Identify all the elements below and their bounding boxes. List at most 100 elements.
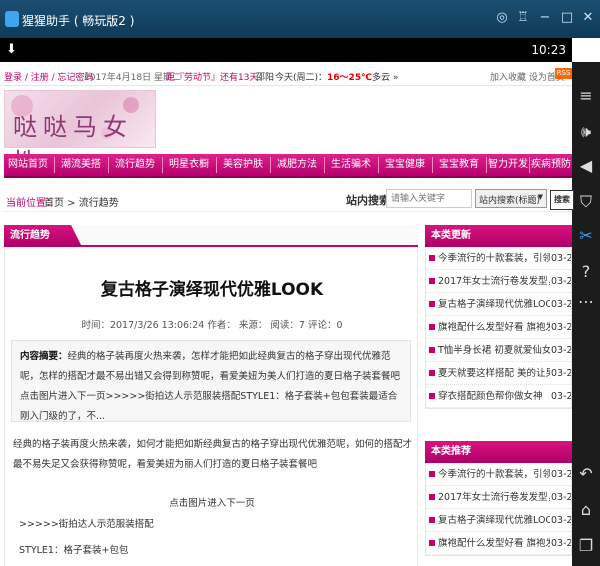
nav-separator: [162, 157, 163, 173]
list-item-title[interactable]: 今季流行的十款套装，引领时: [438, 463, 550, 485]
settings-icon[interactable]: ◎: [494, 10, 510, 26]
nav-item-fashion-trend[interactable]: 流行趋势: [110, 154, 160, 176]
nav-item-baby-health[interactable]: 宝宝健康: [380, 154, 430, 176]
nav-separator: [378, 157, 379, 173]
search-button[interactable]: 搜索: [550, 190, 574, 210]
help-icon[interactable]: ?: [572, 258, 600, 286]
weather-city[interactable]: 邵阳: [256, 70, 274, 83]
article-summary: 内容摘要：经典的格子装再度火热来袭，怎样才能把如此经典复古的格子穿出现代优雅范呢…: [11, 340, 411, 422]
search-scope-value: 站内搜索(标题): [479, 196, 541, 206]
article: 复古格子演绎现代优雅LOOK 时间：2017/3/26 13:06:24 作者：…: [4, 247, 418, 566]
list-item[interactable]: 夏天就要这样搭配 美的让男03-25: [426, 362, 571, 385]
list-item-date: 03-27: [551, 276, 571, 287]
rss-icon[interactable]: RSS: [555, 68, 572, 79]
section-title[interactable]: 流行趋势: [4, 225, 82, 247]
list-item-title[interactable]: 2017年女士流行卷发发型，: [438, 486, 550, 508]
minimize-button[interactable]: −: [537, 10, 553, 26]
holiday-countdown: 距『劳动节』还有13天: [166, 73, 259, 83]
weather-day: 今天(周二)：: [275, 73, 328, 83]
site-search-label: 站内搜索: [346, 194, 390, 207]
summary-label: 内容摘要：: [20, 351, 68, 362]
article-paragraph: 经典的格子装再度火热来袭，如何才能把如斯经典复古的格子穿出现代优雅范呢，如何的搭…: [13, 439, 413, 470]
volume-icon[interactable]: 🕪: [572, 118, 600, 146]
list-item[interactable]: 复古格子演绎现代优雅LOOK03-26: [426, 293, 571, 316]
list-item[interactable]: 2017年女士流行卷发发型，03-27: [426, 486, 571, 509]
clock: 10:23: [531, 43, 566, 57]
home-icon[interactable]: ⌂: [572, 496, 600, 524]
nav-item-disease-prevention[interactable]: 疾病预防: [530, 154, 572, 176]
nav-item-weight-loss[interactable]: 减肥方法: [272, 154, 322, 176]
list-item[interactable]: 旗袍配什么发型好看 旗袍发03-26: [426, 532, 571, 555]
nav-item-trend-match[interactable]: 潮流美搭: [56, 154, 106, 176]
login-links[interactable]: 登录 / 注册 / 忘记密码: [4, 70, 94, 83]
bullet-icon: [429, 370, 435, 376]
search-scope-select[interactable]: 站内搜索(标题) ▼: [475, 189, 547, 208]
nav-item-life-tricks[interactable]: 生活骗术: [326, 154, 376, 176]
list-item-title[interactable]: 2017年女士流行卷发发型，: [438, 270, 550, 292]
list-item[interactable]: 今季流行的十款套装，引领时03-27: [426, 247, 571, 270]
list-item-title[interactable]: 穿衣搭配颜色帮你做女神: [438, 385, 550, 407]
summary-text: 经典的格子装再度火热来袭，怎样才能把如此经典复古的格子穿出现代优雅范呢，怎样的搭…: [20, 351, 401, 422]
site-logo[interactable]: 哒哒马女性: [4, 90, 156, 176]
recent-apps-icon[interactable]: ❐: [572, 532, 600, 560]
list-item-date: 03-26: [551, 322, 571, 333]
bullet-icon: [429, 393, 435, 399]
panel-title: 本类更新: [425, 225, 572, 247]
favorite-links[interactable]: 加入收藏 设为首页: [490, 70, 565, 83]
list-item[interactable]: 今季流行的十款套装，引领时03-27: [426, 463, 571, 486]
latest-updates-list: 今季流行的十款套装，引领时03-27 2017年女士流行卷发发型，03-27 复…: [425, 247, 572, 409]
list-item-date: 03-26: [551, 515, 571, 526]
list-item[interactable]: T恤半身长裙 初夏就爱仙女范03-25: [426, 339, 571, 362]
nav-item-star-closet[interactable]: 明星衣橱: [164, 154, 214, 176]
weather-condition: 多云 »: [371, 73, 399, 83]
bullet-icon: [429, 324, 435, 330]
list-item-date: 03-25: [551, 345, 571, 356]
list-item-date: 03-27: [551, 253, 571, 264]
list-item-date: 03-27: [551, 469, 571, 480]
screenshot-icon[interactable]: ⛉: [572, 188, 600, 216]
bullet-icon: [429, 278, 435, 284]
bullet-icon: [429, 347, 435, 353]
article-title: 复古格子演绎现代优雅LOOK: [100, 280, 324, 300]
recommended-list: 今季流行的十款套装，引领时03-27 2017年女士流行卷发发型，03-27 复…: [425, 463, 572, 556]
style1-line: STYLE1：格子套装+包包: [19, 545, 129, 556]
nav-separator: [486, 157, 487, 173]
list-item[interactable]: 旗袍配什么发型好看 旗袍发03-26: [426, 316, 571, 339]
skin-icon[interactable]: ♖: [515, 10, 531, 26]
nav-item-baby-education[interactable]: 宝宝教育: [434, 154, 484, 176]
breadcrumb-bar: 当前位置： 首页 > 流行趋势 站内搜索 站内搜索(标题)▼ 搜索: [4, 186, 574, 212]
list-item[interactable]: 穿衣搭配颜色帮你做女神03-24: [426, 385, 571, 408]
list-item-title[interactable]: 旗袍配什么发型好看 旗袍发: [438, 316, 550, 338]
list-item[interactable]: 2017年女士流行卷发发型，03-27: [426, 270, 571, 293]
nav-separator: [324, 157, 325, 173]
nav-separator: [432, 157, 433, 173]
nav-item-home[interactable]: 网站首页: [4, 154, 52, 176]
next-page-link[interactable]: 点击图片进入下一页: [5, 495, 419, 509]
menu-icon[interactable]: ≡: [572, 82, 600, 110]
street-style-line: >>>>>街拍达人示范服装搭配: [19, 519, 154, 530]
list-item-title[interactable]: 旗袍配什么发型好看 旗袍发: [438, 532, 550, 554]
list-item[interactable]: 复古格子演绎现代优雅LOOK03-26: [426, 509, 571, 532]
nav-item-intelligence[interactable]: 智力开发: [488, 154, 528, 176]
list-item-title[interactable]: 复古格子演绎现代优雅LOOK: [438, 509, 550, 531]
back-icon[interactable]: ↶: [572, 460, 600, 488]
download-icon: ⬇: [6, 42, 17, 57]
volume-down-icon[interactable]: ◀: [572, 152, 600, 180]
scissors-icon[interactable]: ✂: [572, 222, 600, 250]
close-button[interactable]: ✕: [580, 10, 596, 26]
list-item-title[interactable]: 夏天就要这样搭配 美的让男: [438, 362, 550, 384]
list-item-title[interactable]: T恤半身长裙 初夏就爱仙女范: [438, 339, 550, 361]
list-item-date: 03-25: [551, 368, 571, 379]
search-input[interactable]: [386, 189, 472, 208]
list-item-title[interactable]: 今季流行的十款套装，引领时: [438, 247, 550, 269]
list-item-title[interactable]: 复古格子演绎现代优雅LOOK: [438, 293, 550, 315]
breadcrumb[interactable]: 首页 > 流行趋势: [44, 194, 119, 209]
list-item-date: 03-26: [551, 538, 571, 549]
nav-item-beauty-care[interactable]: 美容护肤: [218, 154, 268, 176]
nav-separator: [108, 157, 109, 173]
list-item-date: 03-24: [551, 391, 571, 402]
more-icon[interactable]: ⋯: [572, 288, 600, 316]
window-title: 猩猩助手 ( 畅玩版2 ): [22, 14, 135, 28]
weather-temperature: 16～25℃: [327, 73, 372, 83]
maximize-button[interactable]: □: [559, 10, 575, 26]
